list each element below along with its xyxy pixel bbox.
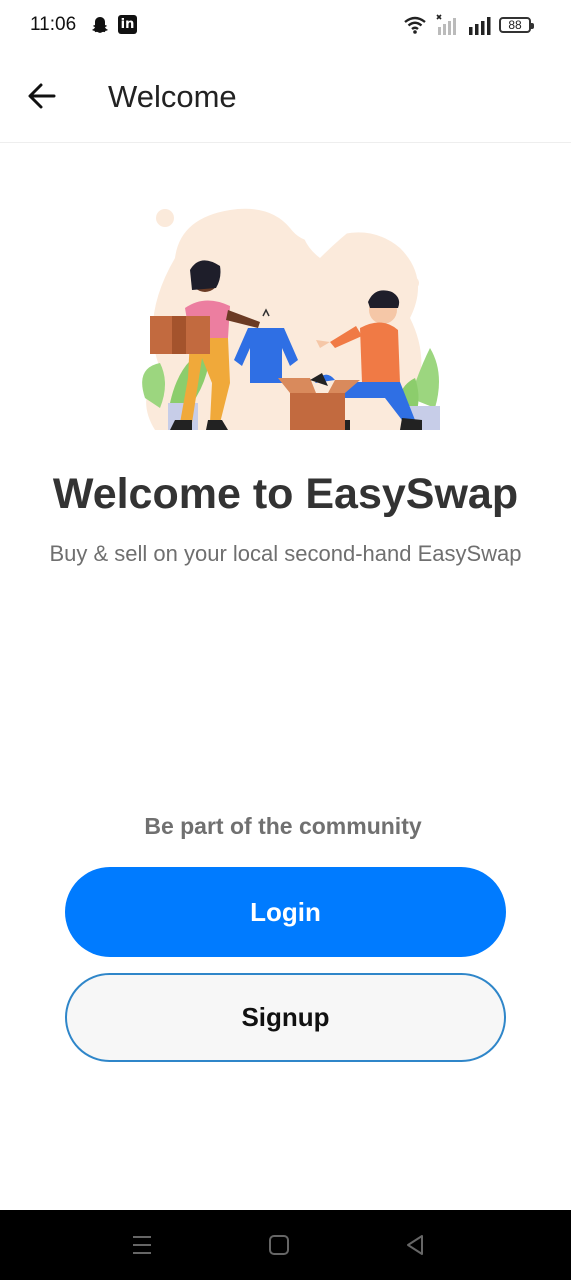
page-title: Welcome bbox=[108, 79, 237, 114]
battery-level: 88 bbox=[508, 18, 522, 32]
hero-illustration bbox=[130, 198, 450, 433]
signal-icon bbox=[436, 14, 456, 35]
snapchat-icon bbox=[92, 17, 108, 33]
status-bar: 11:06 in 88 bbox=[0, 0, 571, 52]
system-status-icons: 88 bbox=[403, 14, 534, 36]
signup-button-label: Signup bbox=[241, 1002, 330, 1032]
menu-icon[interactable] bbox=[129, 1232, 155, 1258]
people-swapping-clothes-illustration bbox=[142, 208, 440, 430]
signup-button[interactable]: Signup bbox=[65, 973, 506, 1062]
arrow-left-icon bbox=[28, 83, 56, 109]
community-text: Be part of the community bbox=[144, 813, 422, 839]
signal-icon bbox=[469, 17, 491, 35]
welcome-title: Welcome to EasySwap bbox=[52, 470, 519, 518]
back-triangle-icon[interactable] bbox=[402, 1232, 428, 1258]
linkedin-icon: in bbox=[118, 15, 137, 34]
notification-icons: in bbox=[90, 15, 137, 35]
battery-icon: 88 bbox=[499, 17, 534, 33]
login-button-label: Login bbox=[250, 896, 321, 927]
system-navigation-bar bbox=[0, 1210, 571, 1280]
home-icon[interactable] bbox=[266, 1232, 292, 1258]
wifi-icon bbox=[404, 16, 426, 34]
login-button[interactable]: Login bbox=[65, 867, 506, 957]
app-bar: Welcome bbox=[0, 52, 571, 143]
welcome-subtitle: Buy & sell on your local second-hand Eas… bbox=[49, 541, 522, 566]
status-time: 11:06 bbox=[30, 14, 77, 35]
back-button[interactable] bbox=[22, 76, 62, 116]
